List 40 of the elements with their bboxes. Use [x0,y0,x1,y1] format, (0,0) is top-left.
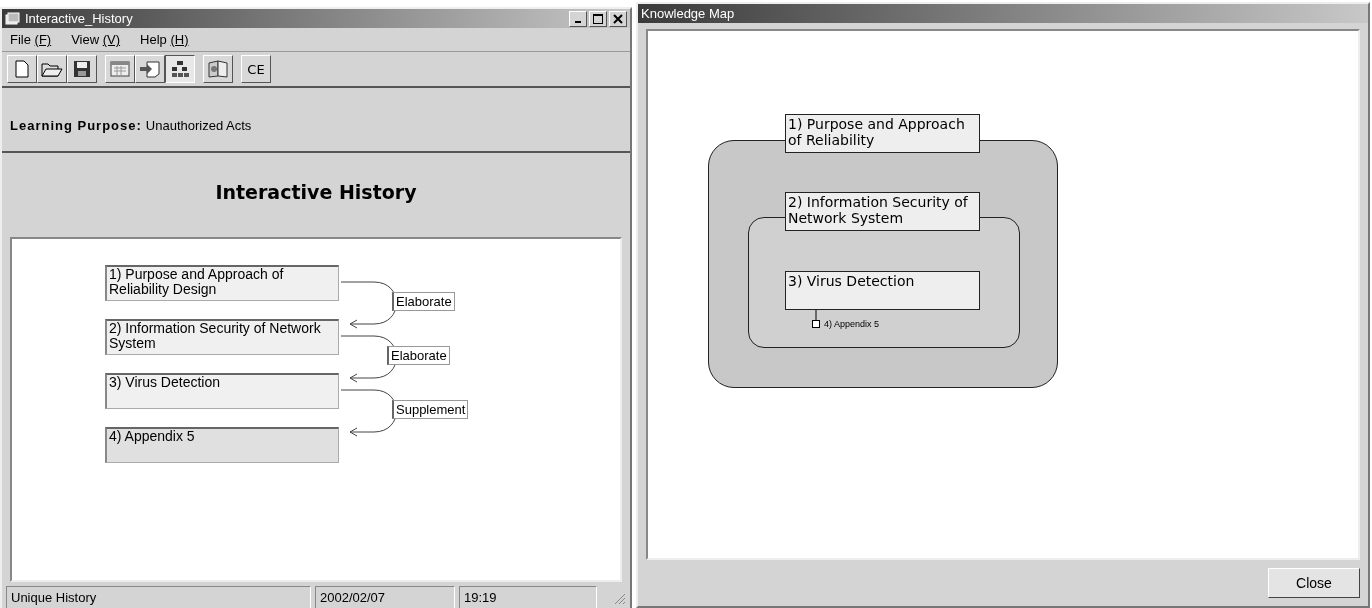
window-title: Knowledge Map [641,6,735,21]
map-node[interactable]: 1) Purpose and Approach of Reliability [785,114,980,153]
relation-label: Elaborate [387,346,450,365]
map-node[interactable]: 2) Information Security of Network System [785,192,980,231]
close-icon [613,13,623,24]
tree-diagram-icon [170,60,190,78]
relation-label: Supplement [392,400,469,419]
history-node[interactable]: 4) Appendix 5 [105,427,339,463]
toolbar-button[interactable]: CE [241,55,271,83]
maximize-icon [593,13,603,24]
toolbar-button[interactable] [165,55,195,83]
learning-purpose-value: Unauthorized Acts [145,118,252,133]
menu-item[interactable]: Help (H) [140,32,189,47]
menu-item[interactable]: View (V) [71,32,121,47]
minimize-button[interactable] [569,10,587,27]
history-node[interactable]: 2) Information Security of Network System [105,319,339,355]
menu-item[interactable]: File (F) [10,32,52,47]
learning-purpose-label: Learning Purpose: [10,118,142,133]
map-node[interactable]: 3) Virus Detection [785,271,980,310]
window-title: Interactive_History [25,11,133,26]
window-icon [5,11,21,26]
import-arrow-icon [139,60,161,78]
connector-arrow [340,389,397,437]
status-pane: 19:19 [459,586,597,608]
new-file-icon [14,60,30,78]
status-pane: Unique History [6,586,311,608]
history-node[interactable]: 1) Purpose and Approach of Reliability Design [105,265,339,301]
calendar-icon [110,60,130,78]
book-icon [207,60,229,78]
map-leaf-label[interactable]: 4) Appendix 5 [824,319,880,329]
history-node[interactable]: 3) Virus Detection [105,373,339,409]
panel-heading: Interactive History [214,180,418,205]
relation-label: Elaborate [392,292,455,311]
minimize-icon [575,20,581,23]
connector-arrow [340,281,397,329]
status-pane: 2002/02/07 [315,586,455,608]
maximize-button[interactable] [589,10,607,27]
folder-icon [41,60,63,78]
close-button[interactable]: Close [1268,568,1360,598]
close-button[interactable] [609,10,627,27]
